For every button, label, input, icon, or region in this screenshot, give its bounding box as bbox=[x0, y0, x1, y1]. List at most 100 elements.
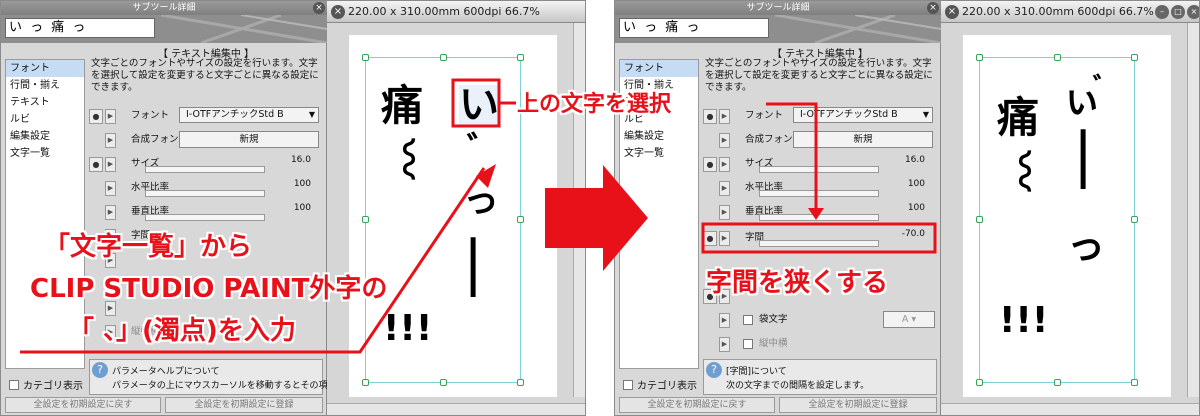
checkbox-icon[interactable] bbox=[623, 379, 633, 390]
prop-bag-text: ▶ 袋文字 A ▾ bbox=[701, 309, 937, 333]
hratio-slider[interactable] bbox=[759, 190, 879, 197]
canvas-exclamations: !!! bbox=[999, 300, 1049, 341]
canvas-area: × 220.00 x 310.00mm 600dpi 66.7% – □ × 痛… bbox=[941, 1, 1199, 415]
subtool-titlebar: サブツール詳細 × bbox=[1, 1, 327, 15]
text-preview-field[interactable]: い っ 痛 っ bbox=[619, 18, 769, 38]
category-font[interactable]: フォント bbox=[620, 60, 698, 77]
register-all-button[interactable]: 全設定を初期設定に登録 bbox=[165, 397, 323, 413]
expand-icon[interactable]: ▶ bbox=[105, 205, 116, 220]
bag-text-style-button[interactable]: A ▾ bbox=[883, 311, 935, 328]
expand-icon[interactable]: ▶ bbox=[719, 133, 730, 148]
expand-icon[interactable]: ▶ bbox=[719, 231, 730, 246]
expand-icon[interactable]: ▶ bbox=[719, 109, 730, 124]
prop-size: ● ▶ サイズ 16.0 bbox=[87, 153, 323, 177]
eye-icon[interactable]: ● bbox=[703, 231, 717, 246]
resize-handle[interactable] bbox=[362, 216, 369, 223]
category-font[interactable]: フォント bbox=[6, 60, 84, 77]
resize-handle[interactable] bbox=[517, 216, 524, 223]
close-window-icon[interactable]: × bbox=[1187, 5, 1199, 19]
register-all-button[interactable]: 全設定を初期設定に登録 bbox=[779, 397, 937, 413]
resize-handle[interactable] bbox=[1131, 54, 1138, 61]
close-icon[interactable]: × bbox=[313, 2, 325, 14]
category-line-spacing[interactable]: 行間・揃え bbox=[6, 77, 84, 94]
description-text: 文字ごとのフォントやサイズの設定を行います。文字を選択して設定を変更すると文字ご… bbox=[91, 58, 319, 93]
canvas-long-bar: | bbox=[463, 228, 484, 298]
hratio-slider[interactable] bbox=[145, 190, 265, 197]
resize-handle[interactable] bbox=[976, 54, 983, 61]
checkbox-icon[interactable] bbox=[9, 379, 19, 390]
canvas-area: × 220.00 x 310.00mm 600dpi 66.7% 痛 い ゛ 〰… bbox=[327, 1, 585, 415]
expand-icon[interactable]: ▶ bbox=[719, 181, 730, 196]
category-char-list[interactable]: 文字一覧 bbox=[620, 145, 698, 162]
expand-icon[interactable]: ▶ bbox=[719, 157, 730, 172]
category-display-toggle[interactable]: カテゴリ表示 bbox=[623, 377, 697, 392]
category-char-list[interactable]: 文字一覧 bbox=[6, 145, 84, 162]
resize-handle[interactable] bbox=[362, 54, 369, 61]
checkbox-icon[interactable] bbox=[743, 315, 753, 325]
eye-icon[interactable]: ● bbox=[89, 157, 103, 172]
category-display-toggle[interactable]: カテゴリ表示 bbox=[9, 377, 83, 392]
eye-icon[interactable]: ● bbox=[703, 109, 717, 124]
restore-icon[interactable]: □ bbox=[1171, 5, 1185, 19]
reset-all-button[interactable]: 全設定を初期設定に戻す bbox=[619, 397, 775, 413]
checkbox-icon[interactable] bbox=[743, 339, 753, 349]
document-tab-bar: × 220.00 x 310.00mm 600dpi 66.7% – □ × bbox=[941, 1, 1199, 23]
minimize-icon[interactable]: – bbox=[1155, 5, 1169, 19]
prop-vertical-ratio: ▶ 垂直比率 100 bbox=[701, 201, 937, 225]
font-select[interactable]: I-OTFアンチックStd B ▼ bbox=[793, 107, 933, 123]
close-icon[interactable]: × bbox=[945, 5, 959, 19]
annotation-select-char: 上の文字を選択 bbox=[517, 92, 672, 117]
eye-icon[interactable]: ● bbox=[89, 109, 103, 124]
expand-icon[interactable]: ▶ bbox=[105, 181, 116, 196]
resize-handle[interactable] bbox=[362, 379, 369, 386]
vertical-scrollbar[interactable] bbox=[573, 23, 585, 397]
close-icon[interactable]: × bbox=[927, 2, 939, 14]
horizontal-scrollbar[interactable] bbox=[941, 403, 1199, 415]
size-slider[interactable] bbox=[145, 166, 265, 173]
document-title: 220.00 x 310.00mm 600dpi 66.7% bbox=[348, 5, 540, 18]
expand-icon[interactable]: ▶ bbox=[105, 109, 116, 124]
category-text[interactable]: テキスト bbox=[6, 94, 84, 111]
expand-icon[interactable]: ▶ bbox=[719, 337, 730, 352]
expand-icon[interactable]: ▶ bbox=[719, 313, 730, 328]
vratio-slider[interactable] bbox=[759, 214, 879, 221]
expand-icon[interactable]: ▶ bbox=[719, 205, 730, 220]
hratio-value: 100 bbox=[293, 179, 311, 189]
vratio-slider[interactable] bbox=[145, 214, 265, 221]
resize-handle[interactable] bbox=[1054, 379, 1061, 386]
canvas-long-bar: | bbox=[1073, 120, 1094, 190]
resize-handle[interactable] bbox=[517, 54, 524, 61]
resize-handle[interactable] bbox=[517, 379, 524, 386]
resize-handle[interactable] bbox=[976, 379, 983, 386]
category-ruby[interactable]: ルビ bbox=[6, 111, 84, 128]
text-preview-field[interactable]: い っ 痛 っ bbox=[5, 18, 155, 38]
hratio-value: 100 bbox=[907, 179, 925, 189]
resize-handle[interactable] bbox=[976, 216, 983, 223]
resize-handle[interactable] bbox=[1131, 216, 1138, 223]
horizontal-scrollbar[interactable] bbox=[327, 403, 585, 415]
chevron-down-icon: ▼ bbox=[308, 110, 315, 119]
category-edit-settings[interactable]: 編集設定 bbox=[6, 128, 84, 145]
eye-icon[interactable]: ● bbox=[703, 157, 717, 172]
resize-handle[interactable] bbox=[440, 379, 447, 386]
spacing-value: -70.0 bbox=[901, 229, 925, 239]
expand-icon[interactable]: ▶ bbox=[105, 133, 116, 148]
new-synth-font-button[interactable]: 新規 bbox=[793, 131, 933, 148]
resize-handle[interactable] bbox=[440, 54, 447, 61]
spacing-slider[interactable] bbox=[759, 240, 879, 247]
vertical-scrollbar[interactable] bbox=[1187, 23, 1199, 397]
close-icon[interactable]: × bbox=[331, 5, 345, 19]
expand-icon[interactable]: ▶ bbox=[105, 157, 116, 172]
resize-handle[interactable] bbox=[1131, 379, 1138, 386]
help-icon: ? bbox=[92, 362, 108, 378]
font-select[interactable]: I-OTFアンチックStd B ▼ bbox=[179, 107, 319, 123]
category-edit-settings[interactable]: 編集設定 bbox=[620, 128, 698, 145]
size-slider[interactable] bbox=[759, 166, 879, 173]
prop-font: ● ▶ フォント I-OTFアンチックStd B ▼ bbox=[87, 105, 323, 129]
canvas-kanji: 痛 bbox=[997, 93, 1040, 142]
new-synth-font-button[interactable]: 新規 bbox=[179, 131, 319, 148]
property-list: ● ▶ フォント I-OTFアンチックStd B ▼ ▶ 合成フォント 新規 ● … bbox=[701, 105, 937, 353]
resize-handle[interactable] bbox=[1054, 54, 1061, 61]
annotation-narrow-spacing: 字間を狭くする bbox=[706, 268, 889, 298]
reset-all-button[interactable]: 全設定を初期設定に戻す bbox=[5, 397, 161, 413]
